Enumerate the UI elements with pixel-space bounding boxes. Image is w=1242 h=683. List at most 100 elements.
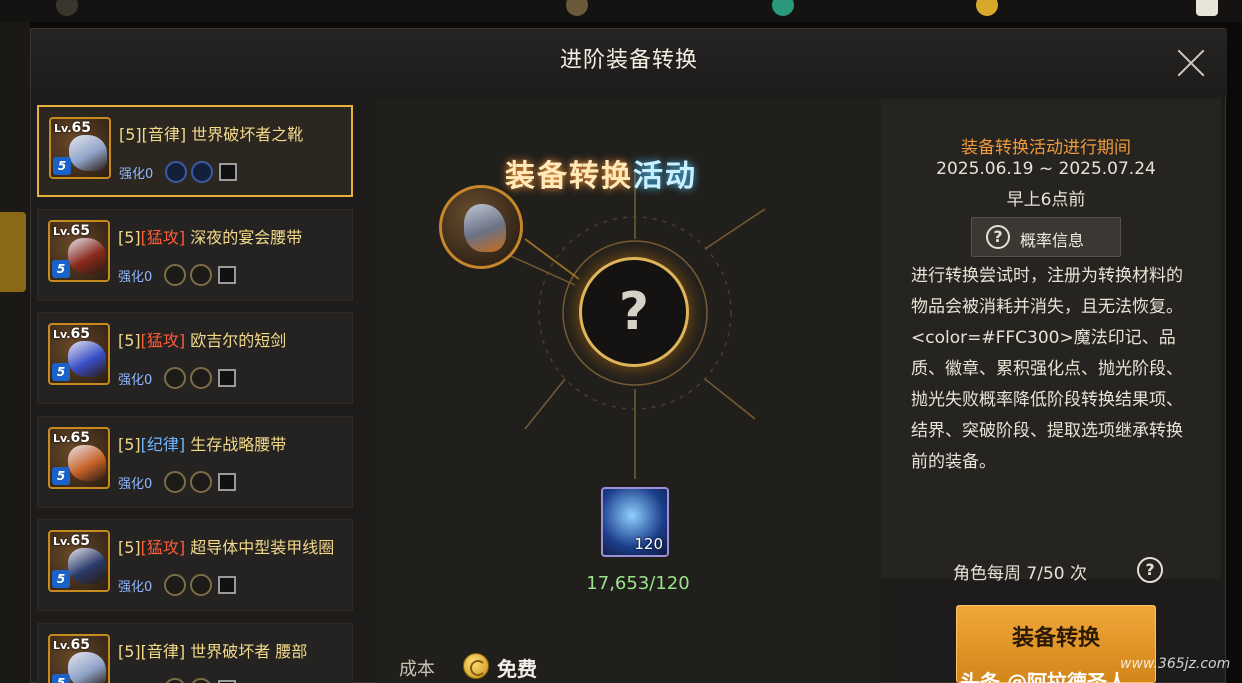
conversion-description: 进行转换尝试时，注册为转换材料的物品会被消耗并消失，且无法恢复。<color=#… [911,266,1183,472]
rank-badge: 5 [52,467,70,485]
equipment-list-item[interactable]: Lv.655[5][音律] 世界破坏者 腰部强化0 [37,623,353,683]
item-tag: [猛攻] [140,331,186,350]
item-tag: [音律] [140,642,186,661]
socket-icon [190,678,212,683]
event-end-time: 早上6点前 [1006,190,1086,210]
enhance-level: 强化0 [118,477,153,492]
item-name: [5][纪律] 生存战略腰带 [118,431,286,455]
equipment-art-icon [68,341,106,377]
socket-square-icon [219,163,237,181]
cost-value: 免费 [497,657,537,681]
item-title: 超导体中型装甲线圈 [190,538,335,557]
material-count: 17,653/120 [586,573,690,594]
socket-square-icon [218,266,236,284]
probability-info-label: 概率信息 [1020,231,1085,250]
material-quantity: 120 [634,535,663,553]
rank-badge: 5 [52,570,70,588]
socket-icon [190,367,212,389]
item-level: Lv.65 [53,223,90,239]
equipment-icon: Lv.65 5 [49,117,111,179]
equipment-icon: Lv.65 5 [48,220,110,282]
item-title: 生存战略腰带 [190,435,287,454]
question-mark-icon: ? [618,282,650,342]
weekly-help-icon[interactable]: ? [1137,557,1163,583]
item-title: 深夜的宴会腰带 [190,228,303,247]
item-tag: [猛攻] [140,538,186,557]
event-period-title: 装备转换活动进行期间 [961,138,1131,158]
equipment-list-item[interactable]: Lv.65 5 [5][猛攻] 欧吉尔的短剑强化0 [37,312,353,404]
background-tab [0,212,26,292]
material-slot[interactable]: 120 [601,487,669,557]
cost-label: 成本 [399,659,435,680]
close-icon[interactable] [1175,47,1207,79]
item-name: [5][猛攻] 欧吉尔的短剑 [118,327,286,351]
item-grade: [5] [119,125,142,144]
hud-currency-icon [566,0,588,16]
event-title: 装备转换活动 [505,151,697,195]
equipment-art-icon [68,445,106,481]
coin-icon [463,653,489,679]
equipment-art-icon [69,135,107,171]
equipment-list[interactable]: Lv.65 5 [5][音律] 世界破坏者之靴 强化0 Lv.65 5 [5][猛攻] 深夜… [37,105,355,683]
result-slot: ? [579,257,689,367]
event-info-panel: 装备转换活动进行期间 2025.06.19 ~ 2025.07.24 早上6点前… [881,99,1221,584]
equipment-art-icon [68,238,106,274]
item-level: Lv.65 [54,120,91,136]
dialog-title: 进阶装备转换 [31,29,1227,97]
socket-square-icon [218,369,236,387]
item-grade: [5] [118,228,141,247]
socket-icon [164,367,186,389]
item-title: 世界破坏者之靴 [191,125,304,144]
item-grade: [5] [118,435,141,454]
enhance-level: 强化0 [118,580,153,595]
item-tag: [猛攻] [140,228,186,247]
hud-gem-icon [772,0,794,16]
enhance-level: 强化0 [118,373,153,388]
item-level: Lv.65 [53,326,90,342]
item-title: 世界破坏者 腰部 [190,642,308,661]
item-name: [5][猛攻] 深夜的宴会腰带 [118,224,302,248]
probability-info-button[interactable]: ? 概率信息 [971,217,1121,257]
weekly-limit: 角色每周 7/50 次 [953,564,1087,584]
item-level: Lv.65 [53,533,90,549]
enhance-level: 强化0 [118,270,153,285]
boots-icon [464,204,506,252]
item-name: [5][猛攻] 超导体中型装甲线圈 [118,534,334,558]
hud-gold-icon [976,0,998,16]
socket-icon [164,574,186,596]
conversion-panel: 装备转换活动 ? 120 17,653/120 成本 免费 [375,99,881,683]
rank-badge: 5 [53,157,71,175]
item-grade: [5] [118,642,141,661]
socket-icon [190,264,212,286]
event-title-accent: 活动 [633,159,697,194]
item-name: [5][音律] 世界破坏者之靴 [119,121,303,145]
rank-badge: 5 [52,363,70,381]
item-grade: [5] [118,538,141,557]
equipment-icon: Lv.65 5 [48,634,110,683]
equipment-list-item[interactable]: Lv.65 5 [5][音律] 世界破坏者之靴 强化0 [37,105,353,197]
rank-badge: 5 [52,674,70,683]
rank-badge: 5 [52,260,70,278]
equipment-conversion-dialog: 进阶装备转换 Lv.65 5 [5][音律] 世界破坏者之靴 强化0 Lv.65 5 [5]… [30,28,1227,683]
event-title-main: 装备转换 [505,159,633,194]
equipment-list-item[interactable]: Lv.65 5 [5][猛攻] 深夜的宴会腰带强化0 [37,209,353,301]
socket-icon [190,471,212,493]
source-tag: 头条 @阿拉德圣人 [960,670,1127,683]
watermark: www.365jz.com [1120,656,1231,672]
background-sidebar [0,22,30,683]
equipment-icon: Lv.65 5 [48,427,110,489]
socket-icon [164,678,186,683]
event-dates: 2025.06.19 ~ 2025.07.24 [936,159,1156,179]
item-name: [5][音律] 世界破坏者 腰部 [118,638,307,662]
socket-square-icon [218,576,236,594]
item-tag: [音律] [141,125,187,144]
socket-icon [190,574,212,596]
hud-menu-icon[interactable] [56,0,78,16]
hud-mail-icon[interactable] [1196,0,1218,16]
source-equipment-slot[interactable] [439,185,523,269]
socket-icon [164,471,186,493]
equipment-art-icon [68,652,106,683]
equipment-list-item[interactable]: Lv.65 5 [5][猛攻] 超导体中型装甲线圈强化0 [37,519,353,611]
item-title: 欧吉尔的短剑 [190,331,287,350]
equipment-list-item[interactable]: Lv.65 5 [5][纪律] 生存战略腰带强化0 [37,416,353,508]
